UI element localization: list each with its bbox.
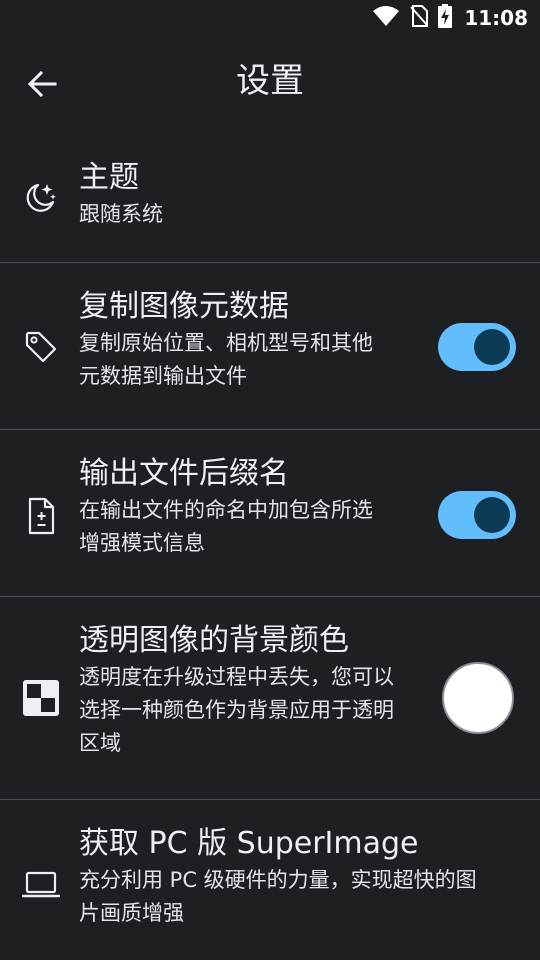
setting-description-line: 增强模式信息 — [79, 531, 205, 555]
setting-transparent-bg-text: 透明图像的背景颜色 透明度在升级过程中丢失，您可以 选择一种颜色作为背景应用于透… — [79, 621, 394, 760]
setting-description: 充分利用 PC 级硬件的力量，实现超快的图 片画质增强 — [79, 864, 477, 930]
setting-title: 透明图像的背景颜色 — [79, 623, 349, 658]
app-bar: 设置 — [0, 48, 540, 116]
setting-transparent-bg[interactable]: 透明图像的背景颜色 透明度在升级过程中丢失，您可以 选择一种颜色作为背景应用于透… — [0, 597, 540, 800]
settings-list: 主题 跟随系统 复制图像元数据 复制原始位置、相机型号和其他 元数据到输出文件 — [0, 140, 540, 960]
status-bar: 11:08 — [0, 0, 540, 36]
setting-description-line: 复制原始位置、相机型号和其他 — [79, 331, 373, 355]
page-title: 设置 — [236, 61, 304, 101]
wifi-icon — [372, 5, 400, 31]
setting-title: 主题 — [79, 160, 139, 195]
setting-copy-metadata-text: 复制图像元数据 复制原始位置、相机型号和其他 元数据到输出文件 — [79, 287, 373, 393]
setting-title: 获取 PC 版 SuperImage — [79, 826, 419, 861]
setting-output-suffix-text: 输出文件后缀名 在输出文件的命名中加包含所选 增强模式信息 — [79, 454, 373, 560]
setting-description: 复制原始位置、相机型号和其他 元数据到输出文件 — [79, 327, 373, 393]
setting-description-line: 选择一种颜色作为背景应用于透明 — [79, 698, 394, 722]
toggle-knob — [474, 497, 510, 533]
setting-get-pc[interactable]: 获取 PC 版 SuperImage 充分利用 PC 级硬件的力量，实现超快的图… — [0, 800, 540, 960]
setting-output-suffix[interactable]: 输出文件后缀名 在输出文件的命名中加包含所选 增强模式信息 — [0, 430, 540, 597]
setting-get-pc-text: 获取 PC 版 SuperImage 充分利用 PC 级硬件的力量，实现超快的图… — [79, 824, 477, 930]
output-suffix-toggle[interactable] — [438, 491, 516, 539]
laptop-icon — [22, 866, 60, 904]
setting-description-line: 透明度在升级过程中丢失，您可以 — [79, 665, 394, 689]
copy-metadata-toggle[interactable] — [438, 323, 516, 371]
setting-title: 复制图像元数据 — [79, 289, 289, 324]
tag-icon — [22, 328, 60, 366]
setting-description-line: 在输出文件的命名中加包含所选 — [79, 498, 373, 522]
setting-description-line: 片画质增强 — [79, 901, 184, 925]
background-color-swatch[interactable] — [442, 662, 514, 734]
moon-stars-icon — [22, 178, 60, 216]
status-icons: 11:08 — [372, 4, 528, 32]
setting-description: 透明度在升级过程中丢失，您可以 选择一种颜色作为背景应用于透明 区域 — [79, 661, 394, 760]
checkerboard-icon — [22, 679, 60, 717]
setting-title: 输出文件后缀名 — [79, 456, 289, 491]
setting-copy-metadata[interactable]: 复制图像元数据 复制原始位置、相机型号和其他 元数据到输出文件 — [0, 263, 540, 430]
back-button[interactable] — [18, 62, 66, 110]
toggle-knob — [474, 329, 510, 365]
setting-description: 跟随系统 — [79, 202, 163, 226]
no-sim-icon — [410, 5, 429, 31]
setting-description-line: 区域 — [79, 731, 121, 755]
setting-theme-text: 主题 跟随系统 — [79, 158, 163, 231]
arrow-back-icon — [25, 67, 59, 105]
setting-description-line: 充分利用 PC 级硬件的力量，实现超快的图 — [79, 868, 477, 892]
battery-charging-icon — [438, 4, 453, 32]
setting-theme[interactable]: 主题 跟随系统 — [0, 140, 540, 263]
file-plus-minus-icon — [22, 497, 60, 535]
setting-description-line: 元数据到输出文件 — [79, 364, 247, 388]
status-time: 11:08 — [464, 6, 528, 30]
setting-description: 在输出文件的命名中加包含所选 增强模式信息 — [79, 494, 373, 560]
